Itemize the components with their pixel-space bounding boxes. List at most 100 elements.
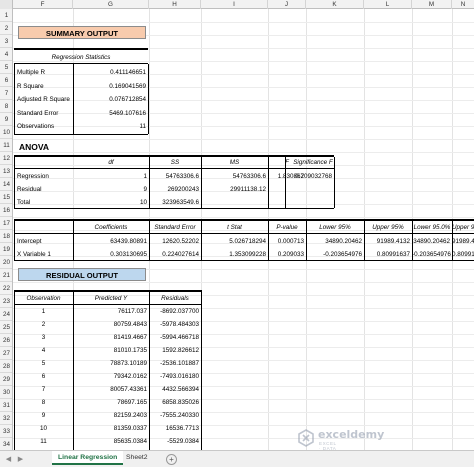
row-header[interactable]: 16 [0, 204, 12, 217]
row-header[interactable]: 21 [0, 269, 12, 282]
anova-title[interactable]: ANOVA [19, 141, 79, 154]
stat-value[interactable]: 0.076712854 [74, 93, 148, 106]
residual-observation[interactable]: 1 [14, 305, 73, 318]
row-header[interactable]: 27 [0, 347, 12, 360]
row-header[interactable]: 23 [0, 295, 12, 308]
residual-observation[interactable]: 3 [14, 331, 73, 344]
row-header[interactable]: 26 [0, 334, 12, 347]
stat-value[interactable]: 11 [74, 120, 148, 133]
residual-predicted[interactable]: 78873.10189 [73, 357, 149, 370]
stat-label[interactable]: Standard Error [15, 107, 73, 120]
row-header[interactable]: 3 [0, 35, 12, 48]
anova-cell[interactable]: 54763306.6 [149, 170, 201, 183]
row-header[interactable]: 1 [0, 9, 12, 22]
row-header[interactable]: 8 [0, 100, 12, 113]
column-header-i[interactable]: I [201, 0, 268, 9]
row-header[interactable]: 20 [0, 256, 12, 269]
column-header-l[interactable]: L [364, 0, 412, 9]
row-header[interactable]: 31 [0, 399, 12, 412]
row-header[interactable]: 7 [0, 87, 12, 100]
scroll-tabs-right-icon[interactable]: ▶ [16, 454, 25, 465]
residual-value[interactable]: -8692.037700 [149, 305, 201, 318]
residual-observation[interactable]: 4 [14, 344, 73, 357]
coef-row-label[interactable]: Intercept [15, 235, 73, 248]
residual-value[interactable]: -7555.240330 [149, 409, 201, 422]
row-header[interactable]: 18 [0, 230, 12, 243]
stat-label[interactable]: R Square [15, 80, 73, 93]
residual-predicted[interactable]: 85635.0384 [73, 435, 149, 448]
residual-value[interactable]: -5994.466718 [149, 331, 201, 344]
residual-value[interactable]: 16536.7713 [149, 422, 201, 435]
anova-cell[interactable]: 54763306.6 [201, 170, 268, 183]
stat-value[interactable]: 5469.107616 [74, 107, 148, 120]
residual-observation[interactable]: 11 [14, 435, 73, 448]
residual-predicted[interactable]: 80057.43361 [73, 383, 149, 396]
residual-observation[interactable]: 5 [14, 357, 73, 370]
coef-cell[interactable]: 0.000713 [268, 235, 306, 248]
sheet-tab-sheet2[interactable]: Sheet2 [120, 451, 154, 465]
residual-predicted[interactable]: 79342.0162 [73, 370, 149, 383]
residual-observation[interactable]: 6 [14, 370, 73, 383]
column-header-f[interactable]: F [13, 0, 73, 9]
residual-predicted[interactable]: 80759.4843 [73, 318, 149, 331]
row-header[interactable]: 2 [0, 22, 12, 35]
residual-observation[interactable]: 2 [14, 318, 73, 331]
anova-cell[interactable]: 1 [73, 170, 149, 183]
anova-row-label[interactable]: Regression [15, 170, 73, 183]
residual-value[interactable]: 6858.835026 [149, 396, 201, 409]
column-header-g[interactable]: G [73, 0, 149, 9]
stat-label[interactable]: Adjusted R Square [15, 93, 73, 106]
row-header[interactable]: 33 [0, 425, 12, 438]
residual-predicted[interactable]: 76117.037 [73, 305, 149, 318]
anova-cell[interactable]: 269200243 [149, 183, 201, 196]
row-header[interactable]: 9 [0, 113, 12, 126]
residual-output-banner[interactable]: RESIDUAL OUTPUT [18, 268, 146, 281]
residual-predicted[interactable]: 78697.165 [73, 396, 149, 409]
residual-observation[interactable]: 10 [14, 422, 73, 435]
row-header[interactable]: 19 [0, 243, 12, 256]
coef-cell[interactable]: 5.026718294 [201, 235, 268, 248]
row-header[interactable]: 24 [0, 308, 12, 321]
stat-value[interactable]: 0.411146651 [74, 66, 148, 79]
coef-cell[interactable]: 34890.20462 [306, 235, 364, 248]
anova-cell[interactable]: 29911138.12 [201, 183, 268, 196]
row-header[interactable]: 32 [0, 412, 12, 425]
coef-cell[interactable]: 34890.20462 [412, 235, 452, 248]
anova-cell[interactable]: 9 [73, 183, 149, 196]
anova-row-label[interactable]: Residual [15, 183, 73, 196]
row-header[interactable]: 29 [0, 373, 12, 386]
column-header-n[interactable]: N [452, 0, 474, 9]
residual-predicted[interactable]: 82159.2403 [73, 409, 149, 422]
row-header[interactable]: 10 [0, 126, 12, 139]
coef-cell[interactable]: 12620.52202 [149, 235, 201, 248]
column-header-j[interactable]: J [268, 0, 306, 9]
row-header[interactable]: 13 [0, 165, 12, 178]
row-header[interactable]: 4 [0, 48, 12, 61]
summary-output-banner[interactable]: SUMMARY OUTPUT [18, 26, 146, 39]
coef-cell[interactable]: 91989.4132 [452, 235, 474, 248]
residual-observation[interactable]: 7 [14, 383, 73, 396]
scroll-tabs-left-icon[interactable]: ◀ [4, 454, 13, 465]
coef-cell[interactable]: 91989.4132 [364, 235, 412, 248]
column-header-k[interactable]: K [306, 0, 364, 9]
row-header[interactable]: 12 [0, 152, 12, 165]
residual-observation[interactable]: 8 [14, 396, 73, 409]
select-all-corner[interactable] [0, 0, 13, 9]
residual-observation[interactable]: 9 [14, 409, 73, 422]
residual-value[interactable]: 1592.826612 [149, 344, 201, 357]
anova-cell[interactable]: 0.209032768 [285, 170, 334, 183]
residual-value[interactable]: -5529.0384 [149, 435, 201, 448]
row-header[interactable]: 25 [0, 321, 12, 334]
residual-predicted[interactable]: 81010.1735 [73, 344, 149, 357]
stat-label[interactable]: Observations [15, 120, 73, 133]
stat-value[interactable]: 0.169041569 [74, 80, 148, 93]
row-header[interactable]: 30 [0, 386, 12, 399]
column-header-h[interactable]: H [149, 0, 201, 9]
row-header[interactable]: 6 [0, 74, 12, 87]
row-header[interactable]: 17 [0, 217, 12, 230]
residual-value[interactable]: 4432.566394 [149, 383, 201, 396]
stat-label[interactable]: Multiple R [15, 66, 73, 79]
row-header[interactable]: 34 [0, 438, 12, 450]
residual-value[interactable]: -5978.484303 [149, 318, 201, 331]
column-header-m[interactable]: M [412, 0, 452, 9]
